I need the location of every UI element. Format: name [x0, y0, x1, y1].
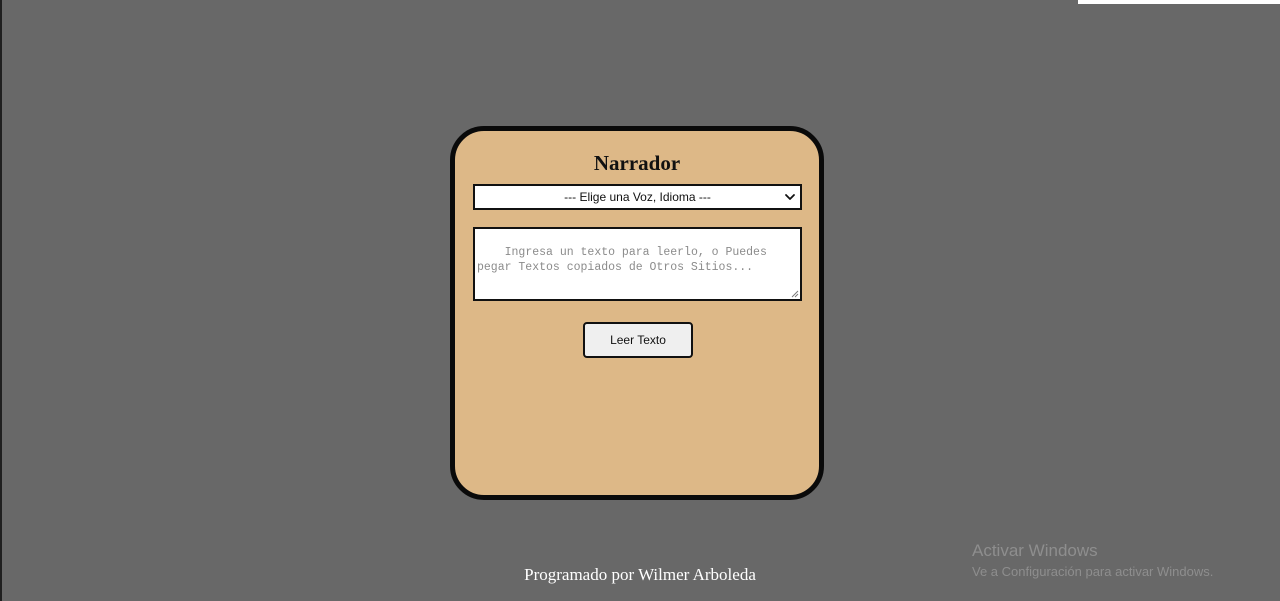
top-right-bar: [1078, 0, 1280, 4]
read-text-button-label: Leer Texto: [610, 333, 666, 347]
chevron-down-icon: [785, 194, 795, 200]
voice-select-value: --- Elige una Voz, Idioma ---: [564, 190, 711, 204]
voice-language-select[interactable]: --- Elige una Voz, Idioma ---: [473, 184, 802, 210]
window-left-edge: [0, 0, 2, 601]
textarea-placeholder: Ingresa un texto para leerlo, o Puedes p…: [477, 246, 774, 274]
resize-grip-icon[interactable]: [791, 290, 799, 298]
watermark-subtitle: Ve a Configuración para activar Windows.: [972, 564, 1214, 579]
text-to-read-textarea[interactable]: Ingresa un texto para leerlo, o Puedes p…: [473, 227, 802, 301]
page-title: Narrador: [593, 151, 681, 175]
read-text-button[interactable]: Leer Texto: [583, 322, 693, 358]
windows-activation-watermark: Activar Windows Ve a Configuración para …: [972, 541, 1213, 581]
watermark-title: Activar Windows: [972, 541, 1098, 560]
narrator-card: Narrador --- Elige una Voz, Idioma --- I…: [450, 126, 824, 500]
